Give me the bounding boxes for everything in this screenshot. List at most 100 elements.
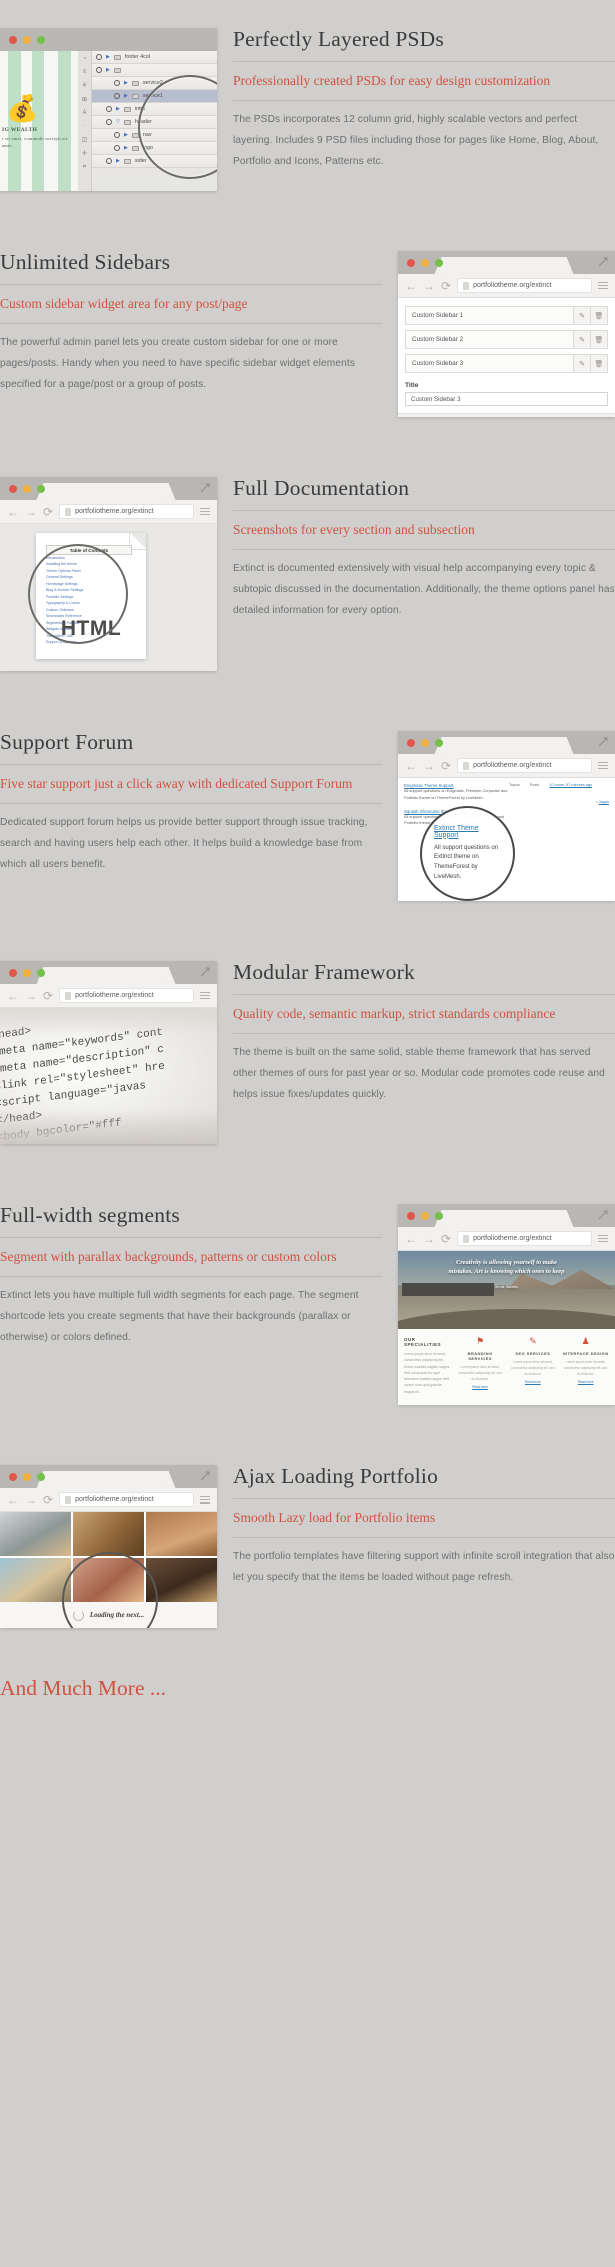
address-bar[interactable]: portfoliotheme.org/extinct (457, 1231, 592, 1246)
back-icon[interactable]: ← (405, 280, 417, 292)
minimize-dot-icon[interactable] (421, 1211, 429, 1220)
minimize-dot-icon[interactable] (23, 968, 31, 977)
expand-icon[interactable] (598, 257, 608, 267)
pencil-icon[interactable]: ✎ (573, 355, 590, 372)
browser-tab[interactable] (444, 257, 564, 274)
layer-row[interactable]: ▶ service2 (92, 77, 217, 90)
address-bar[interactable]: portfoliotheme.org/extinct (457, 758, 592, 773)
maximize-dot-icon[interactable] (37, 968, 45, 977)
eye-icon[interactable] (114, 132, 120, 138)
portfolio-tile[interactable] (145, 1512, 217, 1557)
type-icon[interactable]: ⚘ (82, 82, 87, 89)
info-icon[interactable]: ◔ (83, 56, 87, 62)
forward-icon[interactable]: → (25, 1494, 37, 1506)
read-more-link[interactable]: Read more (457, 1385, 504, 1389)
reload-icon[interactable]: ⟳ (43, 1494, 53, 1506)
maximize-dot-icon[interactable] (37, 35, 45, 44)
minimize-dot-icon[interactable] (23, 484, 31, 493)
loupe-topic-link[interactable]: Extinct Theme Support (434, 825, 501, 839)
back-icon[interactable]: ← (7, 1494, 19, 1506)
portfolio-tile[interactable] (72, 1558, 144, 1603)
portfolio-tile[interactable] (72, 1512, 144, 1557)
chevron-down-icon[interactable]: ▽ (116, 119, 120, 125)
move-icon[interactable]: ✛ (82, 150, 87, 157)
sidebar-row[interactable]: Custom Sidebar 3 ✎ 🗑 (405, 354, 608, 373)
eye-icon[interactable] (106, 158, 112, 164)
back-icon[interactable]: ← (7, 506, 19, 518)
forward-icon[interactable]: → (25, 506, 37, 518)
dot-icon[interactable]: · (84, 123, 86, 129)
trash-icon[interactable]: 🗑 (590, 355, 607, 372)
hamburger-icon[interactable] (200, 507, 210, 516)
close-dot-icon[interactable] (407, 738, 415, 747)
browser-tab[interactable] (46, 1471, 166, 1489)
distribute-icon[interactable]: ⊞ (82, 96, 87, 103)
browser-tab[interactable] (444, 1210, 564, 1227)
close-dot-icon[interactable] (9, 35, 17, 44)
title-input[interactable]: Custom Sidebar 3 (405, 392, 608, 406)
back-icon[interactable]: ← (7, 990, 19, 1002)
expand-icon[interactable] (200, 1471, 210, 1481)
reload-icon[interactable]: ⟳ (441, 1233, 451, 1245)
minimize-dot-icon[interactable] (23, 1472, 31, 1481)
reload-icon[interactable]: ⟳ (441, 280, 451, 292)
browser-tab[interactable] (444, 737, 564, 754)
address-bar[interactable]: portfoliotheme.org/extinct (59, 988, 194, 1003)
eye-icon[interactable] (106, 106, 112, 112)
close-dot-icon[interactable] (407, 1211, 415, 1220)
reload-icon[interactable]: ⟳ (43, 506, 53, 518)
layer-row[interactable]: ▶ sider (92, 155, 217, 168)
trash-icon[interactable]: 🗑 (590, 307, 607, 324)
stat-author-link[interactable]: Jagan (599, 800, 609, 804)
layer-row[interactable]: ▶ footer 4col (92, 51, 217, 64)
expand-icon[interactable] (598, 1210, 608, 1220)
address-bar[interactable]: portfoliotheme.org/extinct (59, 1492, 194, 1508)
hamburger-icon[interactable] (200, 1495, 210, 1504)
back-icon[interactable]: ← (405, 760, 417, 772)
eye-icon[interactable] (114, 80, 120, 86)
chevron-right-icon[interactable]: ▶ (106, 54, 110, 60)
pencil-icon[interactable]: ✎ (573, 307, 590, 324)
browser-tab[interactable] (46, 483, 166, 500)
align-icon[interactable]: ≡ (83, 69, 87, 75)
forward-icon[interactable]: → (423, 280, 435, 292)
minimize-dot-icon[interactable] (421, 258, 429, 267)
address-bar[interactable]: portfoliotheme.org/extinct (59, 504, 194, 519)
maximize-dot-icon[interactable] (435, 258, 443, 267)
chevron-right-icon[interactable]: ▶ (116, 106, 120, 112)
eye-icon[interactable] (114, 145, 120, 151)
mask-icon[interactable]: ◫ (82, 136, 88, 143)
hamburger-icon[interactable] (598, 761, 608, 770)
maximize-dot-icon[interactable] (37, 1472, 45, 1481)
chevron-right-icon[interactable]: ▶ (124, 132, 128, 138)
sidebar-row[interactable]: Custom Sidebar 1 ✎ 🗑 (405, 306, 608, 325)
eye-icon[interactable] (96, 67, 102, 73)
chevron-right-icon[interactable]: ▶ (124, 80, 128, 86)
chevron-right-icon[interactable]: ▶ (106, 67, 110, 73)
layer-row[interactable]: ▶ logo (92, 142, 217, 155)
layer-row-selected[interactable]: ▶ service1 (92, 90, 217, 103)
close-dot-icon[interactable] (9, 968, 17, 977)
eye-icon[interactable] (114, 93, 120, 99)
back-icon[interactable]: ← (405, 1233, 417, 1245)
col-freshness[interactable]: 10 hours, 57 minutes ago (549, 783, 592, 787)
sidebar-row[interactable]: Custom Sidebar 2 ✎ 🗑 (405, 330, 608, 349)
hamburger-icon[interactable] (598, 1234, 608, 1243)
portfolio-tile[interactable] (145, 1558, 217, 1603)
maximize-dot-icon[interactable] (435, 1211, 443, 1220)
speciality-card[interactable]: ⚑ BRANDING SERVICES Lorem ipsum dolor si… (457, 1337, 504, 1395)
expand-icon[interactable] (200, 967, 210, 977)
reload-icon[interactable]: ⟳ (441, 760, 451, 772)
forward-icon[interactable]: → (423, 760, 435, 772)
layer-row[interactable]: ▶ (92, 64, 217, 77)
trash-icon[interactable]: 🗑 (590, 331, 607, 348)
pencil-icon[interactable]: ✎ (573, 331, 590, 348)
browser-tab[interactable] (46, 967, 166, 984)
close-dot-icon[interactable] (9, 1472, 17, 1481)
lock-icon[interactable]: ⌗ (83, 164, 86, 171)
portfolio-tile[interactable] (0, 1558, 71, 1603)
expand-icon[interactable] (200, 483, 210, 493)
layer-row[interactable]: ▶ intro (92, 103, 217, 116)
expand-icon[interactable] (598, 737, 608, 747)
hamburger-icon[interactable] (598, 281, 608, 290)
